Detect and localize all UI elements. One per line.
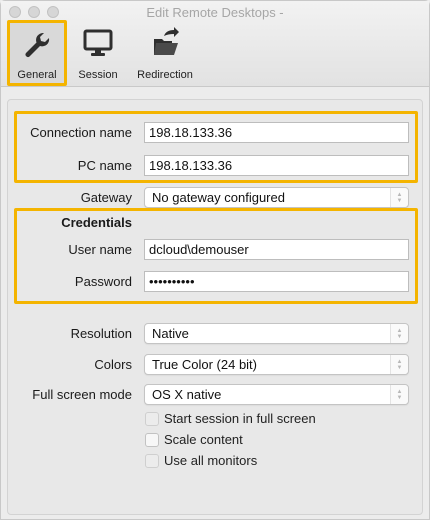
resolution-select[interactable]: Native ▲ ▼ xyxy=(144,323,409,344)
colors-label: Colors xyxy=(94,357,132,372)
window-title: Edit Remote Desktops - xyxy=(146,5,284,20)
tab-general[interactable]: General xyxy=(7,20,67,86)
checkbox-box xyxy=(145,453,159,468)
user-name-field[interactable]: dcloud\demouser xyxy=(144,239,409,260)
wrench-icon xyxy=(22,27,52,63)
tab-redirection[interactable]: Redirection xyxy=(131,21,199,85)
edit-remote-desktops-window: Edit Remote Desktops - General Session R… xyxy=(0,0,430,520)
checkbox-box xyxy=(145,432,159,447)
folder-redirect-icon xyxy=(150,25,180,61)
start-fullscreen-checkbox[interactable]: Start session in full screen xyxy=(145,411,316,426)
connection-name-label: Connection name xyxy=(30,125,132,140)
gateway-select[interactable]: No gateway configured ▲ ▼ xyxy=(144,187,409,208)
titlebar: Edit Remote Desktops - General Session R… xyxy=(1,1,429,87)
stepper-arrows-icon: ▲ ▼ xyxy=(390,385,408,404)
tab-session[interactable]: Session xyxy=(73,21,123,85)
fullscreen-mode-value: OS X native xyxy=(152,387,222,402)
pc-name-label: PC name xyxy=(77,158,132,173)
scale-content-label: Scale content xyxy=(164,432,243,447)
stepper-arrows-icon: ▲ ▼ xyxy=(390,355,408,374)
gateway-label: Gateway xyxy=(80,190,132,205)
tab-general-label: General xyxy=(17,69,57,81)
fullscreen-mode-select[interactable]: OS X native ▲ ▼ xyxy=(144,384,409,405)
resolution-label: Resolution xyxy=(70,326,132,341)
stepper-arrows-icon: ▲ ▼ xyxy=(390,324,408,343)
use-all-monitors-label: Use all monitors xyxy=(164,453,258,468)
credentials-title: Credentials xyxy=(61,215,132,230)
scale-content-checkbox[interactable]: Scale content xyxy=(145,432,243,447)
user-name-label: User name xyxy=(68,242,132,257)
start-fullscreen-label: Start session in full screen xyxy=(164,411,316,426)
tab-session-label: Session xyxy=(78,69,118,81)
checkbox-box xyxy=(145,411,159,426)
password-label: Password xyxy=(74,274,132,289)
resolution-value: Native xyxy=(152,326,189,341)
gateway-value: No gateway configured xyxy=(152,190,285,205)
colors-value: True Color (24 bit) xyxy=(152,357,257,372)
colors-select[interactable]: True Color (24 bit) ▲ ▼ xyxy=(144,354,409,375)
connection-name-field[interactable]: 198.18.133.36 xyxy=(144,122,409,143)
use-all-monitors-checkbox[interactable]: Use all monitors xyxy=(145,453,257,468)
stepper-arrows-icon: ▲ ▼ xyxy=(390,188,408,207)
password-field[interactable]: •••••••••• xyxy=(144,271,409,292)
fullscreen-mode-label: Full screen mode xyxy=(32,387,132,402)
monitor-icon xyxy=(83,25,113,61)
pc-name-field[interactable]: 198.18.133.36 xyxy=(144,155,409,176)
tab-redirection-label: Redirection xyxy=(137,69,193,81)
